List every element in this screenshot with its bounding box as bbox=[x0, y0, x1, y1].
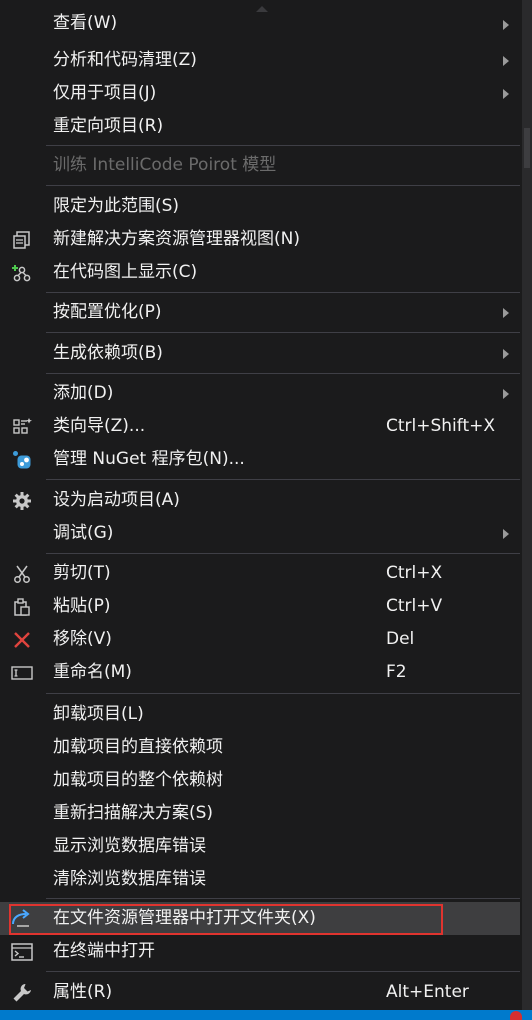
menu-item-label: 训练 IntelliCode Poirot 模型 bbox=[53, 155, 277, 175]
menu-item-rename[interactable]: 重命名(M) F2 bbox=[0, 656, 520, 689]
menu-item-set-startup-project[interactable]: 设为启动项目(A) bbox=[0, 484, 520, 517]
menu-separator bbox=[46, 693, 520, 694]
menu-separator bbox=[46, 971, 520, 972]
menu-item-shortcut: Ctrl+V bbox=[386, 596, 443, 616]
menu-item-label: 卸载项目(L) bbox=[53, 704, 144, 724]
menu-item-remove[interactable]: 移除(V) Del bbox=[0, 623, 520, 656]
menu-item-label: 在代码图上显示(C) bbox=[53, 262, 198, 282]
menu-separator bbox=[46, 898, 520, 899]
paste-icon bbox=[10, 596, 34, 618]
menu-item-label: 移除(V) bbox=[53, 629, 112, 649]
menu-separator bbox=[46, 145, 520, 146]
submenu-arrow-icon bbox=[503, 20, 509, 30]
menu-separator bbox=[46, 479, 520, 480]
menu-item-properties[interactable]: 属性(R) Alt+Enter bbox=[0, 976, 520, 1009]
menu-item-label: 调试(G) bbox=[53, 523, 114, 543]
menu-item-label: 分析和代码清理(Z) bbox=[53, 50, 197, 70]
menu-item-add[interactable]: 添加(D) bbox=[0, 377, 520, 410]
menu-item-label: 类向导(Z)... bbox=[53, 416, 146, 436]
menu-item-new-solution-explorer-view[interactable]: 新建解决方案资源管理器视图(N) bbox=[0, 223, 520, 256]
menu-item-shortcut: Del bbox=[386, 629, 415, 649]
menu-item-label: 设为启动项目(A) bbox=[53, 490, 180, 510]
menu-item-class-wizard[interactable]: 类向导(Z)... Ctrl+Shift+X bbox=[0, 410, 520, 443]
submenu-arrow-icon bbox=[503, 389, 509, 399]
menu-item-load-dependency-tree[interactable]: 加载项目的整个依赖树 bbox=[0, 764, 520, 797]
menu-item-label: 在终端中打开 bbox=[53, 941, 155, 961]
highlight-annotation bbox=[9, 904, 443, 935]
menu-item-label: 属性(R) bbox=[53, 982, 113, 1002]
menu-item-label: 生成依赖项(B) bbox=[53, 343, 163, 363]
submenu-arrow-icon bbox=[503, 308, 509, 318]
menu-item-clear-browse-db-errors[interactable]: 清除浏览数据库错误 bbox=[0, 863, 520, 896]
menu-item-rescan-solution[interactable]: 重新扫描解决方案(S) bbox=[0, 797, 520, 830]
menu-item-label: 加载项目的整个依赖树 bbox=[53, 770, 223, 790]
menu-separator bbox=[46, 373, 520, 374]
menu-separator bbox=[46, 553, 520, 554]
menu-item-profile-guided-optimization[interactable]: 按配置优化(P) bbox=[0, 296, 520, 329]
menu-item-debug[interactable]: 调试(G) bbox=[0, 517, 520, 550]
rename-icon bbox=[10, 662, 34, 684]
menu-item-label: 管理 NuGet 程序包(N)... bbox=[53, 449, 245, 469]
terminal-icon bbox=[10, 941, 34, 963]
new-view-icon bbox=[10, 229, 34, 251]
close-icon bbox=[10, 629, 34, 651]
menu-item-label: 显示浏览数据库错误 bbox=[53, 836, 206, 856]
menu-item-label: 按配置优化(P) bbox=[53, 302, 162, 322]
scrollbar-thumb[interactable] bbox=[524, 128, 530, 168]
menu-item-unload-project[interactable]: 卸载项目(L) bbox=[0, 698, 520, 731]
submenu-arrow-icon bbox=[503, 349, 509, 359]
menu-item-analyze-cleanup[interactable]: 分析和代码清理(Z) bbox=[0, 44, 520, 77]
menu-item-show-browse-db-errors[interactable]: 显示浏览数据库错误 bbox=[0, 830, 520, 863]
menu-item-label: 查看(W) bbox=[53, 13, 118, 33]
submenu-arrow-icon bbox=[503, 56, 509, 66]
context-menu: 查看(W) 分析和代码清理(Z) 仅用于项目(J) 重定向项目(R) 训练 In… bbox=[0, 0, 523, 1010]
menu-item-label: 限定为此范围(S) bbox=[53, 196, 180, 216]
menu-item-label: 清除浏览数据库错误 bbox=[53, 869, 206, 889]
menu-item-cut[interactable]: 剪切(T) Ctrl+X bbox=[0, 557, 520, 590]
menu-item-label: 粘贴(P) bbox=[53, 596, 111, 616]
menu-item-build-dependencies[interactable]: 生成依赖项(B) bbox=[0, 337, 520, 370]
menu-item-label: 加载项目的直接依赖项 bbox=[53, 737, 223, 757]
menu-item-manage-nuget[interactable]: 管理 NuGet 程序包(N)... bbox=[0, 443, 520, 476]
menu-item-scope-to-this[interactable]: 限定为此范围(S) bbox=[0, 190, 520, 223]
scissors-icon bbox=[10, 563, 34, 585]
submenu-arrow-icon bbox=[503, 89, 509, 99]
menu-separator bbox=[46, 292, 520, 293]
nuget-icon bbox=[10, 449, 34, 471]
menu-item-retarget-project[interactable]: 重定向项目(R) bbox=[0, 110, 520, 143]
status-bar-strip bbox=[0, 1010, 532, 1020]
notification-badge bbox=[510, 1011, 522, 1020]
menu-item-shortcut: Ctrl+X bbox=[386, 563, 443, 583]
menu-item-load-direct-dependencies[interactable]: 加载项目的直接依赖项 bbox=[0, 731, 520, 764]
menu-item-label: 新建解决方案资源管理器视图(N) bbox=[53, 229, 300, 249]
code-map-icon bbox=[10, 262, 34, 284]
menu-item-label: 剪切(T) bbox=[53, 563, 111, 583]
submenu-arrow-icon bbox=[503, 529, 509, 539]
menu-item-project-only[interactable]: 仅用于项目(J) bbox=[0, 77, 520, 110]
wrench-icon bbox=[10, 982, 34, 1004]
menu-item-label: 重定向项目(R) bbox=[53, 116, 164, 136]
menu-separator bbox=[46, 332, 520, 333]
menu-item-label: 重命名(M) bbox=[53, 662, 132, 682]
menu-item-shortcut: Alt+Enter bbox=[386, 982, 469, 1002]
menu-item-shortcut: Ctrl+Shift+X bbox=[386, 416, 496, 436]
gear-icon bbox=[10, 490, 34, 512]
menu-item-paste[interactable]: 粘贴(P) Ctrl+V bbox=[0, 590, 520, 623]
class-wizard-icon bbox=[10, 416, 34, 438]
menu-item-train-intellicode: 训练 IntelliCode Poirot 模型 bbox=[0, 149, 520, 182]
menu-item-view[interactable]: 查看(W) bbox=[0, 12, 520, 45]
menu-item-show-on-code-map[interactable]: 在代码图上显示(C) bbox=[0, 256, 520, 289]
menu-item-label: 重新扫描解决方案(S) bbox=[53, 803, 214, 823]
menu-item-open-in-terminal[interactable]: 在终端中打开 bbox=[0, 935, 520, 968]
menu-item-label: 仅用于项目(J) bbox=[53, 83, 157, 103]
menu-item-label: 添加(D) bbox=[53, 383, 114, 403]
menu-item-shortcut: F2 bbox=[386, 662, 407, 682]
menu-separator bbox=[46, 185, 520, 186]
